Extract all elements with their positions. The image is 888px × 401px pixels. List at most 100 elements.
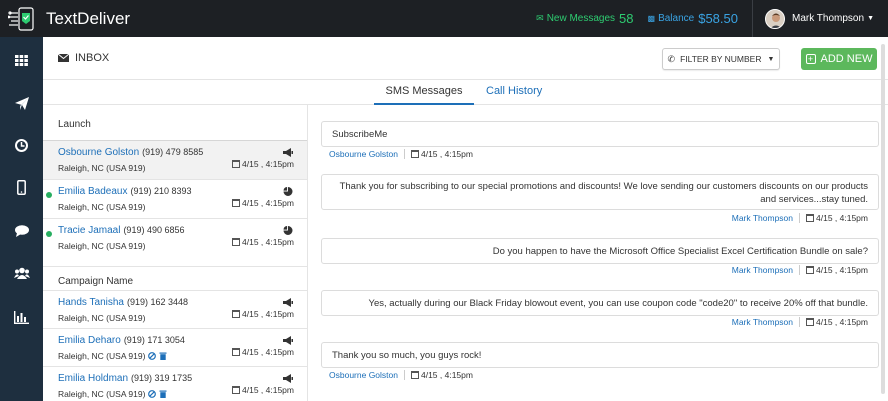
contact-time: 4/15 , 4:15pm	[232, 159, 294, 169]
message-sender[interactable]: Mark Thompson	[732, 213, 793, 223]
sidebar-item-dashboard[interactable]	[0, 40, 43, 80]
message-meta: Mark Thompson 4/15 , 4:15pm	[732, 265, 868, 275]
users-icon	[13, 267, 30, 279]
contact-row[interactable]: Hands Tanisha (919) 162 3448 Raleigh, NC …	[43, 290, 307, 329]
mobile-icon	[17, 179, 26, 195]
scrollbar[interactable]	[881, 44, 885, 394]
contact-name[interactable]: Emilia Badeaux (919) 210 8393	[58, 186, 192, 197]
add-new-button[interactable]: + ADD NEW	[801, 48, 877, 70]
calendar-icon	[232, 160, 241, 168]
contact-name[interactable]: Osbourne Golston (919) 479 8585	[58, 147, 203, 158]
contact-name[interactable]: Emilia Holdman (919) 319 1735	[58, 373, 192, 384]
page-title: INBOX	[58, 52, 109, 64]
user-menu[interactable]: Mark Thompson ▼	[751, 0, 888, 37]
app-name: TextDeliver	[46, 8, 131, 28]
chevron-down-icon: ▼	[767, 55, 775, 63]
phone-icon: ✆	[667, 53, 676, 64]
contact-phone: (919) 171 3054	[123, 335, 185, 345]
contact-phone: (919) 479 8585	[142, 147, 204, 157]
section-heading-launch: Launch	[58, 119, 91, 130]
tab-sms-messages[interactable]: SMS Messages	[374, 85, 474, 105]
message-bubble: Yes, actually during our Black Friday bl…	[321, 290, 879, 316]
message-meta: Mark Thompson 4/15 , 4:15pm	[732, 213, 868, 223]
contact-time: 4/15 , 4:15pm	[232, 237, 294, 247]
sidebar-item-history[interactable]	[0, 125, 43, 165]
block-icon[interactable]	[148, 352, 157, 360]
chart-icon	[14, 310, 29, 324]
contact-phone: (919) 162 3448	[126, 297, 189, 307]
calendar-icon	[232, 310, 241, 318]
contact-phone: (919) 319 1735	[131, 373, 193, 383]
sidebar-item-contacts[interactable]	[0, 253, 43, 293]
divider	[799, 265, 801, 275]
calendar-icon	[232, 199, 241, 207]
tab-call-history[interactable]: Call History	[486, 85, 542, 105]
contact-row[interactable]: Emilia Holdman (919) 319 1735 Raleigh, NC…	[43, 366, 307, 401]
pie-chart-icon	[283, 187, 293, 196]
divider	[799, 213, 801, 223]
contact-row[interactable]: Osbourne Golston (919) 479 8585 Raleigh, …	[43, 140, 307, 179]
message-bubble: SubscribeMe	[321, 121, 879, 147]
page-header: INBOX ✆ FILTER BY NUMBER ▼ + ADD NEW	[43, 37, 888, 80]
sidebar-item-send[interactable]	[0, 83, 43, 123]
contact-name[interactable]: Tracie Jamaal (919) 490 6856	[58, 225, 185, 236]
contact-row[interactable]: Emilia Badeaux (919) 210 8393 Raleigh, NC…	[43, 179, 307, 218]
message-meta: Osbourne Golston 4/15 , 4:15pm	[329, 149, 473, 159]
message-sender[interactable]: Osbourne Golston	[329, 149, 398, 159]
message-time: 4/15 , 4:15pm	[806, 265, 868, 275]
contact-name[interactable]: Hands Tanisha (919) 162 3448	[58, 297, 188, 308]
online-status-indicator	[46, 192, 52, 198]
contact-row[interactable]: Emilia Deharo (919) 171 3054 Raleigh, NC …	[43, 328, 307, 367]
message-time: 4/15 , 4:15pm	[806, 213, 868, 223]
contact-time: 4/15 , 4:15pm	[232, 347, 294, 357]
new-messages-link[interactable]: ✉ New Messages 58	[536, 11, 633, 26]
megaphone-icon	[283, 298, 293, 307]
chat-icon	[14, 225, 29, 237]
balance-value: $58.50	[698, 11, 738, 26]
sidebar-item-numbers[interactable]	[0, 167, 43, 207]
message-time: 4/15 , 4:15pm	[410, 370, 473, 380]
envelope-icon: ✉	[536, 13, 544, 23]
calendar-icon	[410, 371, 419, 379]
message-time: 4/15 , 4:15pm	[806, 317, 868, 327]
new-messages-count: 58	[619, 11, 634, 26]
contact-row[interactable]: Tracie Jamaal (919) 490 6856 Raleigh, NC …	[43, 218, 307, 257]
message-sender[interactable]: Osbourne Golston	[329, 370, 398, 380]
contact-time: 4/15 , 4:15pm	[232, 309, 294, 319]
app-logo[interactable]: TextDeliver	[7, 6, 131, 31]
message-tabs: SMS Messages Call History	[43, 80, 888, 105]
contact-location: Raleigh, NC (USA 919)	[58, 389, 167, 399]
divider	[403, 149, 405, 159]
block-icon[interactable]	[148, 390, 157, 398]
message-time: 4/15 , 4:15pm	[410, 149, 473, 159]
message-bubble: Thank you so much, you guys rock!	[321, 342, 879, 368]
calendar-icon	[232, 386, 241, 394]
filter-by-number-button[interactable]: ✆ FILTER BY NUMBER ▼	[662, 48, 780, 70]
sidebar-item-messages[interactable]	[0, 211, 43, 251]
clock-icon	[15, 138, 28, 152]
message-meta: Mark Thompson 4/15 , 4:15pm	[732, 317, 868, 327]
contact-location: Raleigh, NC (USA 919)	[58, 351, 167, 361]
page-title-text: INBOX	[75, 52, 110, 64]
contact-location: Raleigh, NC (USA 919)	[58, 163, 146, 173]
calendar-icon	[232, 238, 241, 246]
message-sender[interactable]: Mark Thompson	[732, 317, 793, 327]
sidebar-item-reports[interactable]	[0, 297, 43, 337]
divider	[403, 370, 405, 380]
trash-icon[interactable]	[159, 390, 167, 398]
megaphone-icon	[283, 148, 293, 157]
money-icon: ▩	[647, 14, 656, 23]
divider	[799, 317, 801, 327]
message-sender[interactable]: Mark Thompson	[732, 265, 793, 275]
balance-label: Balance	[658, 13, 695, 24]
calendar-icon	[806, 214, 815, 222]
add-new-label: ADD NEW	[820, 53, 873, 65]
trash-icon[interactable]	[159, 352, 167, 360]
message-meta: Osbourne Golston 4/15 , 4:15pm	[329, 370, 473, 380]
new-messages-label: New Messages	[546, 13, 616, 24]
balance-link[interactable]: ▩ Balance $58.50	[648, 11, 738, 26]
contact-phone: (919) 490 6856	[123, 225, 185, 235]
chevron-down-icon: ▼	[867, 15, 874, 22]
logo-icon	[7, 6, 42, 31]
contact-name[interactable]: Emilia Deharo (919) 171 3054	[58, 335, 185, 346]
